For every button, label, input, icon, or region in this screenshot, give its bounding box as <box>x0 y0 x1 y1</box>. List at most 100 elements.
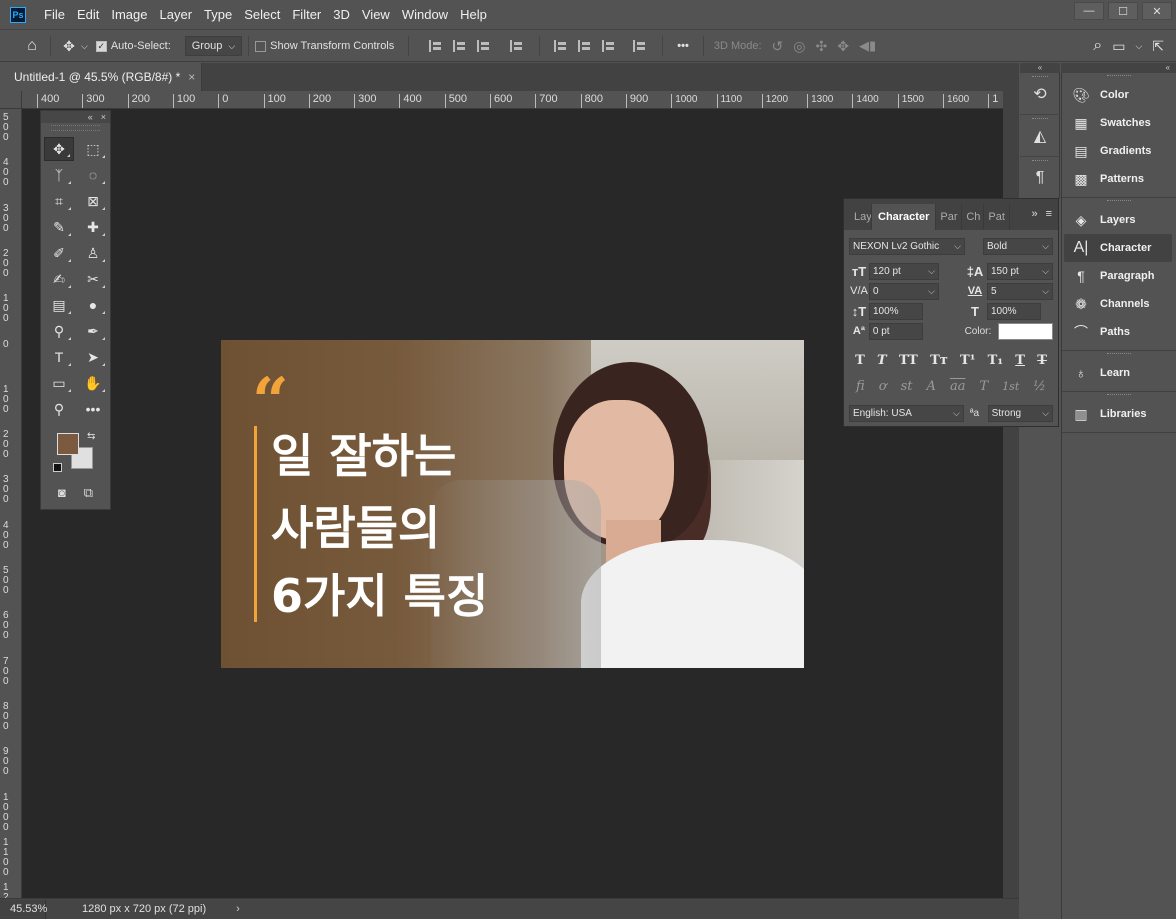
search-icon[interactable]: ⌕ <box>1093 37 1102 55</box>
path-selection-tool-icon[interactable]: ➤ <box>78 345 108 369</box>
paragraph-styles-icon[interactable]: ¶ <box>1020 157 1060 199</box>
tab-paragraph[interactable]: Par <box>936 204 963 230</box>
eyedropper-tool-icon[interactable]: ✎ <box>44 215 74 239</box>
panel-paragraph[interactable]: ¶ Paragraph <box>1062 262 1176 290</box>
ordinals-button[interactable]: 1st <box>1002 380 1019 393</box>
text-color-swatch[interactable] <box>998 322 1053 340</box>
vertical-ruler[interactable]: 500 400 300 200 100 0 100 200 300 400 500 600 700 800… <box>0 109 22 898</box>
rectangle-tool-icon[interactable]: ▭ <box>44 371 74 395</box>
swap-colors-icon[interactable]: ⇆ <box>87 431 95 442</box>
panel-paths[interactable]: ⌒ Paths <box>1062 318 1176 346</box>
history-brush-tool-icon[interactable]: ✍ <box>44 267 74 291</box>
superscript-button[interactable]: T¹ <box>960 353 975 368</box>
vertical-scale-field[interactable]: 100% <box>869 302 923 320</box>
ruler-corner[interactable] <box>0 91 22 109</box>
tab-layers[interactable]: Lay <box>850 204 872 230</box>
menu-file[interactable]: File <box>38 0 71 30</box>
kerning-field[interactable]: 0 ⌵ <box>869 282 939 300</box>
pen-tool-icon[interactable]: ✒ <box>78 319 108 343</box>
panel-libraries[interactable]: ▥ Libraries <box>1062 400 1176 428</box>
faux-bold-button[interactable]: T <box>855 353 865 368</box>
tab-paths[interactable]: Pat <box>984 204 1011 230</box>
marquee-tool-icon[interactable]: ⬚ <box>78 137 108 161</box>
foreground-color-swatch[interactable] <box>57 433 79 455</box>
screen-mode-icon[interactable]: ⧉ <box>84 485 93 501</box>
document-tab[interactable]: Untitled-1 @ 45.5% (RGB/8#) * × <box>0 63 202 91</box>
history-icon[interactable]: ⟲ <box>1020 73 1060 115</box>
3d-orbit-icon[interactable]: ↺ <box>772 38 784 55</box>
ligatures-button[interactable]: ﬁ <box>856 379 865 394</box>
menu-select[interactable]: Select <box>238 0 286 30</box>
font-size-field[interactable]: 120 pt ⌵ <box>869 262 939 280</box>
align-top-icon[interactable] <box>554 40 568 52</box>
align-right-icon[interactable] <box>477 40 491 52</box>
clone-stamp-tool-icon[interactable]: ♙ <box>78 241 108 265</box>
home-icon[interactable]: ⌂ <box>20 34 44 58</box>
eraser-tool-icon[interactable]: ✂ <box>78 267 108 291</box>
stylistic-alternates-button[interactable]: aa <box>950 379 966 394</box>
menu-edit[interactable]: Edit <box>71 0 105 30</box>
close-button[interactable]: ✕ <box>1142 2 1172 20</box>
align-left-icon[interactable] <box>429 40 443 52</box>
align-bottom-icon[interactable] <box>602 40 616 52</box>
menu-type[interactable]: Type <box>198 0 238 30</box>
font-family-dropdown[interactable]: NEXON Lv2 Gothic ⌵ <box>849 237 965 255</box>
antialias-dropdown[interactable]: Strong ⌵ <box>987 404 1053 422</box>
menu-help[interactable]: Help <box>454 0 493 30</box>
menu-3d[interactable]: 3D <box>327 0 356 30</box>
panel-character[interactable]: A| Character <box>1064 234 1172 262</box>
photoshop-logo-icon[interactable]: Ps <box>10 6 26 23</box>
horizontal-ruler[interactable]: 400 300 200 100 0 100 200 300 400 500 600 700 800 900… <box>22 91 1003 109</box>
discretionary-ligatures-button[interactable]: st <box>901 379 913 394</box>
right-dock-collapse[interactable]: « <box>1061 63 1176 73</box>
swash-button[interactable]: A <box>927 379 936 394</box>
3d-scale-icon[interactable]: ◀▮ <box>859 38 876 54</box>
close-tab-icon[interactable]: × <box>188 70 195 84</box>
strikethrough-button[interactable]: T <box>1037 353 1047 368</box>
3d-slide-icon[interactable]: ✥ <box>837 38 849 55</box>
workspace-icon[interactable]: ▭ <box>1112 38 1125 55</box>
font-style-dropdown[interactable]: Bold ⌵ <box>983 237 1053 255</box>
default-colors-icon[interactable] <box>53 463 62 472</box>
gradient-tool-icon[interactable]: ▤ <box>44 293 74 317</box>
zoom-level-field[interactable]: 45.53% <box>0 899 47 919</box>
more-tools-icon[interactable]: ••• <box>78 397 108 421</box>
fractions-button[interactable]: ½ <box>1033 379 1046 394</box>
baseline-shift-field[interactable]: 0 pt <box>868 322 923 340</box>
panel-layers[interactable]: ◈ Layers <box>1062 206 1176 234</box>
blur-tool-icon[interactable]: ● <box>78 293 108 317</box>
lasso-tool-icon[interactable]: ᛉ <box>44 163 74 187</box>
document-artwork[interactable]: “ 일 잘하는 사람들의 6가지 특징 <box>221 340 804 668</box>
tab-channels[interactable]: Ch <box>962 204 985 230</box>
distribute-vertical-icon[interactable] <box>633 40 647 52</box>
crop-tool-icon[interactable]: ⌗ <box>44 189 74 213</box>
workspace-chevron-icon[interactable]: ⌵ <box>1135 41 1142 52</box>
horizontal-scale-field[interactable]: 100% <box>987 302 1041 320</box>
panel-learn[interactable]: ♁ Learn <box>1062 359 1176 387</box>
move-tool-icon[interactable]: ✥ <box>44 137 74 161</box>
maximize-button[interactable]: ☐ <box>1108 2 1138 20</box>
menu-filter[interactable]: Filter <box>286 0 327 30</box>
auto-select-target-dropdown[interactable]: Group ⌵ <box>184 36 243 56</box>
3d-pan-icon[interactable]: ✣ <box>815 38 827 55</box>
quick-mask-icon[interactable]: ◙ <box>58 485 66 501</box>
tab-character[interactable]: Character <box>872 204 937 230</box>
panel-grip[interactable] <box>51 125 100 131</box>
panel-menu-icon[interactable]: ≡ <box>1046 208 1052 220</box>
auto-select-checkbox[interactable]: ✓ <box>95 40 107 52</box>
panel-channels[interactable]: ❁ Channels <box>1062 290 1176 318</box>
share-icon[interactable]: ⇱ <box>1152 38 1164 55</box>
subscript-button[interactable]: T₁ <box>988 353 1003 368</box>
all-caps-button[interactable]: TT <box>899 353 918 368</box>
underline-button[interactable]: T <box>1015 353 1025 368</box>
panel-gradients[interactable]: ▤ Gradients <box>1062 137 1176 165</box>
close-panel-icon[interactable]: × <box>101 112 106 122</box>
brush-tool-icon[interactable]: ✐ <box>44 241 74 265</box>
menu-window[interactable]: Window <box>396 0 454 30</box>
distribute-icon[interactable] <box>510 40 524 52</box>
panel-swatches[interactable]: ▦ Swatches <box>1062 109 1176 137</box>
frame-tool-icon[interactable]: ⊠ <box>78 189 108 213</box>
align-middle-icon[interactable] <box>578 40 592 52</box>
zoom-tool-icon[interactable]: ⚲ <box>44 397 74 421</box>
more-options-icon[interactable]: ••• <box>677 40 689 52</box>
